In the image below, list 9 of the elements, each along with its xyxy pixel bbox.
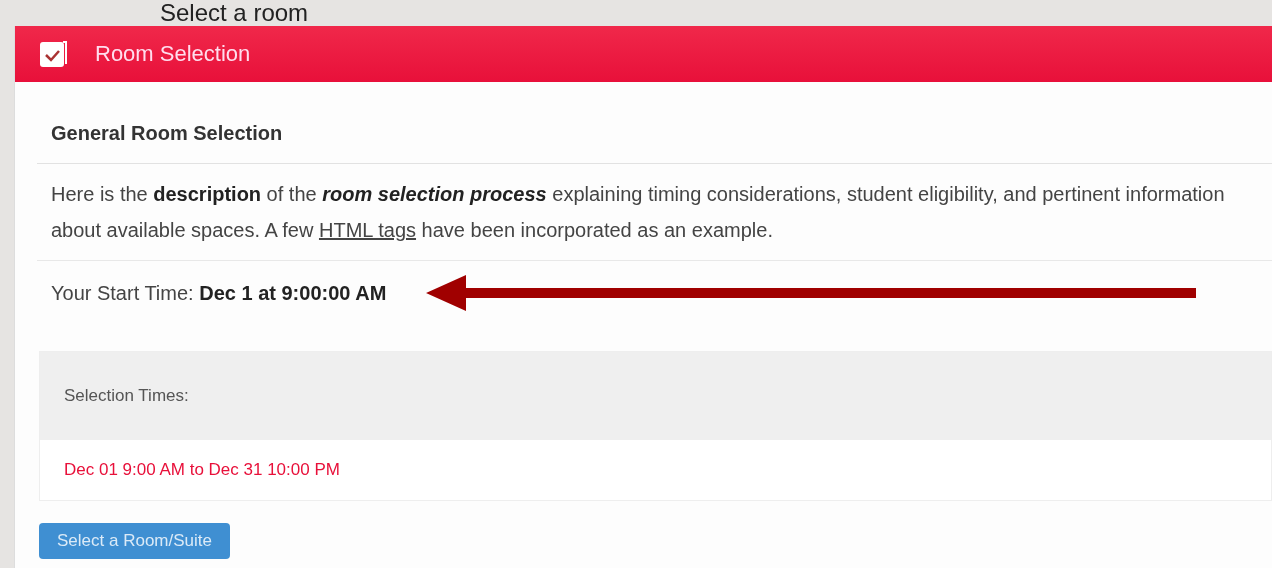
- select-room-button[interactable]: Select a Room/Suite: [39, 523, 230, 559]
- time-range-text: Dec 01 9:00 AM to Dec 31 10:00 PM: [64, 460, 340, 480]
- panel-title: Room Selection: [95, 41, 251, 67]
- selection-times-label: Selection Times:: [64, 386, 189, 406]
- section-title: General Room Selection: [37, 82, 1272, 164]
- description-text: Here is the description of the room selection process explaining timing considerations, student eligibility, and pertinent information about available spaces. A few HTML tags have been incorporated as an example.: [37, 164, 1272, 261]
- page-title: Select a room: [159, 0, 310, 26]
- checkbox-icon: [39, 39, 69, 69]
- start-time-text: Your Start Time: Dec 1 at 9:00:00 AM: [51, 281, 387, 305]
